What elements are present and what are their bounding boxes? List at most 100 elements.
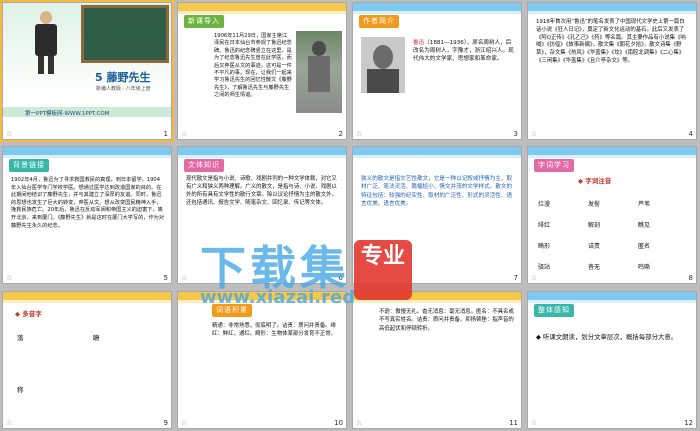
slide-body-label: 听课文朗读，划分文章层次，概括每部分大意。 xyxy=(542,333,678,341)
slide-number: 5 xyxy=(163,274,168,282)
diamond-icon: ◆ xyxy=(578,177,583,185)
polyphone-char-1: 落 xyxy=(17,334,24,342)
statue-photo xyxy=(296,31,342,113)
section-tag: 作者简介 xyxy=(359,15,399,28)
star-icon: ☆ xyxy=(6,130,13,138)
slide-number: 2 xyxy=(338,130,343,138)
star-icon: ☆ xyxy=(531,274,538,282)
slide-header-strip xyxy=(3,300,171,303)
vocab-list: 烂漫 发髻 芦苇绯红 解剖 瞧见畸形 诘责 匿名驿站 杳无 鸣嘶 xyxy=(538,191,690,275)
section-tag: 新课导入 xyxy=(184,15,224,28)
slide-number: 8 xyxy=(688,274,693,282)
slide-number: 7 xyxy=(513,274,518,282)
vocab-word: 发髻 xyxy=(588,201,601,208)
star-icon: ☆ xyxy=(531,419,538,427)
slide-thumbnail-11[interactable]: 不逊：傲慢无礼。杳无消息：毫无消息。匿名：不具名或不写真实姓名。诘责：质问并责备… xyxy=(352,291,522,429)
star-icon: ☆ xyxy=(181,274,188,282)
slide-thumbnail-7[interactable]: 狭义的散文是指文艺性散文，它是一种以记叙或抒情为主，取材广泛、笔法灵活、篇幅短小… xyxy=(352,146,522,284)
slide-header-strip xyxy=(353,155,521,158)
slide-header-bar xyxy=(353,292,521,300)
vocab-word: 杳无 xyxy=(588,264,601,271)
diamond-icon: ◆ xyxy=(536,333,541,341)
slide-body-text: 1902年4月，鲁迅为了寻求救国救民的真理，到日本留学。1904年入仙台医学专门… xyxy=(11,177,165,229)
section-tag: 整体感知 xyxy=(534,304,574,317)
star-icon: ☆ xyxy=(531,130,538,138)
slide-body-text: ◆ 听课文朗读，划分文章层次，概括每部分大意。 xyxy=(536,332,690,342)
slide-header-bar xyxy=(178,292,346,300)
section-tag: 词语积累 xyxy=(212,304,252,317)
star-icon: ☆ xyxy=(6,274,13,282)
slide-header-strip xyxy=(178,11,346,14)
slide-header-strip xyxy=(528,300,696,303)
slide-number: 3 xyxy=(513,130,518,138)
slide-header-strip xyxy=(178,300,346,303)
section-tag: 文体知识 xyxy=(184,159,224,172)
slide-title: 5 藤野先生 xyxy=(95,71,151,84)
slide-header-bar xyxy=(3,292,171,300)
slide-header-bar xyxy=(528,292,696,300)
polyphone-heading: ◆ 多音字 xyxy=(15,308,42,318)
slide-thumbnail-9[interactable]: ◆ 多音字 落 瞭 称 ☆ 9 xyxy=(2,291,172,429)
vocab-word: 瞧见 xyxy=(638,222,651,229)
author-name: 鲁迅 xyxy=(413,40,425,46)
slide-thumbnail-4[interactable]: 1918年首次用“鲁迅”的笔名发表了中国现代文学史上第一篇白话小说《狂人日记》，… xyxy=(527,2,697,140)
slide-body-text: 鲁迅（1881—1936），原名周树人，后改名为周树人，字豫才，浙江绍兴人。现代… xyxy=(413,39,515,63)
vocab-heading-label: 字词注音 xyxy=(585,177,612,185)
slide-header-strip xyxy=(353,11,521,14)
teacher-figure-icon xyxy=(31,11,61,75)
chalkboard-image xyxy=(81,5,169,63)
slide-number: 4 xyxy=(688,130,693,138)
slide-subtitle: 新编人教版 · 八年级上册 xyxy=(96,86,151,92)
slide-number: 1 xyxy=(163,130,168,138)
slide-header-strip xyxy=(3,155,171,158)
vocab-word: 绯红 xyxy=(538,222,551,229)
slide-body-text: 现代散文是指与小说、诗歌、戏剧并列的一种文学体裁，对它又有广义和狭义两种理解。广… xyxy=(186,176,337,206)
slide-header-bar xyxy=(3,147,171,155)
slide-body-text: 狭义的散文是指文艺性散文，它是一种以记叙或抒情为主，取材广泛、笔法灵活、篇幅短小… xyxy=(361,176,513,208)
slide-thumbnail-3[interactable]: 作者简介 鲁迅（1881—1936），原名周树人，后改名为周树人，字豫才，浙江绍… xyxy=(352,2,522,140)
slide-body-text: 1918年首次用“鲁迅”的笔名发表了中国现代文学史上第一篇白话小说《狂人日记》，… xyxy=(536,19,686,64)
polyphone-heading-label: 多音字 xyxy=(22,310,42,318)
star-icon: ☆ xyxy=(356,419,363,427)
slide-header-strip xyxy=(528,11,696,14)
slide-header-strip xyxy=(353,300,521,303)
vocab-word: 烂漫 xyxy=(538,201,551,208)
slide-thumbnail-grid: 5 藤野先生 新编人教版 · 八年级上册 第一PPT模板网-WWW.1PPT.C… xyxy=(0,0,698,429)
slide-thumbnail-6[interactable]: 文体知识 现代散文是指与小说、诗歌、戏剧并列的一种文学体裁，对它又有广义和狭义两… xyxy=(177,146,347,284)
vocab-word: 芦苇 xyxy=(638,201,651,208)
star-icon: ☆ xyxy=(356,274,363,282)
slide-thumbnail-1[interactable]: 5 藤野先生 新编人教版 · 八年级上册 第一PPT模板网-WWW.1PPT.C… xyxy=(0,0,174,142)
star-icon: ☆ xyxy=(181,419,188,427)
slide-body-text: 不逊：傲慢无礼。杳无消息：毫无消息。匿名：不具名或不写真实姓名。诘责：质问并责备… xyxy=(379,309,514,332)
section-tag: 背景链接 xyxy=(9,159,49,172)
vocab-word: 畸形 xyxy=(538,243,551,250)
section-tag: 字词学习 xyxy=(534,159,574,172)
star-icon: ☆ xyxy=(181,130,188,138)
star-icon: ☆ xyxy=(356,130,363,138)
star-icon: ☆ xyxy=(6,419,13,427)
slide-thumbnail-5[interactable]: 背景链接 1902年4月，鲁迅为了寻求救国救民的真理，到日本留学。1904年入仙… xyxy=(2,146,172,284)
polyphone-char-2: 瞭 xyxy=(93,334,100,342)
slide-header-strip xyxy=(528,155,696,158)
slide-number: 9 xyxy=(163,419,168,427)
slide-body-text: 精通：非常熟悉，彻底明了。诘责：质问并责备。绯红：鲜红，通红。畸形：生物体某部分… xyxy=(212,323,336,338)
slide-number: 12 xyxy=(684,419,693,427)
vocab-heading: ◆ 字词注音 xyxy=(578,175,611,185)
slide-header-bar xyxy=(353,147,521,155)
vocab-word: 解剖 xyxy=(588,222,601,229)
slide-header-bar xyxy=(528,3,696,11)
slide-header-bar xyxy=(178,3,346,11)
diamond-icon: ◆ xyxy=(15,310,20,318)
slide-number: 11 xyxy=(509,419,518,427)
vocab-word: 匿名 xyxy=(638,243,651,250)
slide-header-bar xyxy=(528,147,696,155)
slide-header-bar xyxy=(178,147,346,155)
slide-thumbnail-2[interactable]: 新课导入 1906年11月29日，国家主席江泽民在日本仙台市参观了鲁迅纪念碑。鲁… xyxy=(177,2,347,140)
slide-header-strip xyxy=(178,155,346,158)
polyphone-char-3: 称 xyxy=(17,386,24,394)
slide-footer-text: 第一PPT模板网-WWW.1PPT.COM xyxy=(25,111,110,117)
slide-number: 6 xyxy=(338,274,343,282)
slide-thumbnail-12[interactable]: 整体感知 ◆ 听课文朗读，划分文章层次，概括每部分大意。 ☆ 12 xyxy=(527,291,697,429)
slide-thumbnail-8[interactable]: 字词学习 ◆ 字词注音 烂漫 发髻 芦苇绯红 解剖 瞧见畸形 诘责 匿名驿站 杳无 鸣嘶 ☆ 8 xyxy=(527,146,697,284)
slide-thumbnail-10[interactable]: 词语积累 精通：非常熟悉，彻底明了。诘责：质问并责备。绯红：鲜红，通红。畸形：生… xyxy=(177,291,347,429)
